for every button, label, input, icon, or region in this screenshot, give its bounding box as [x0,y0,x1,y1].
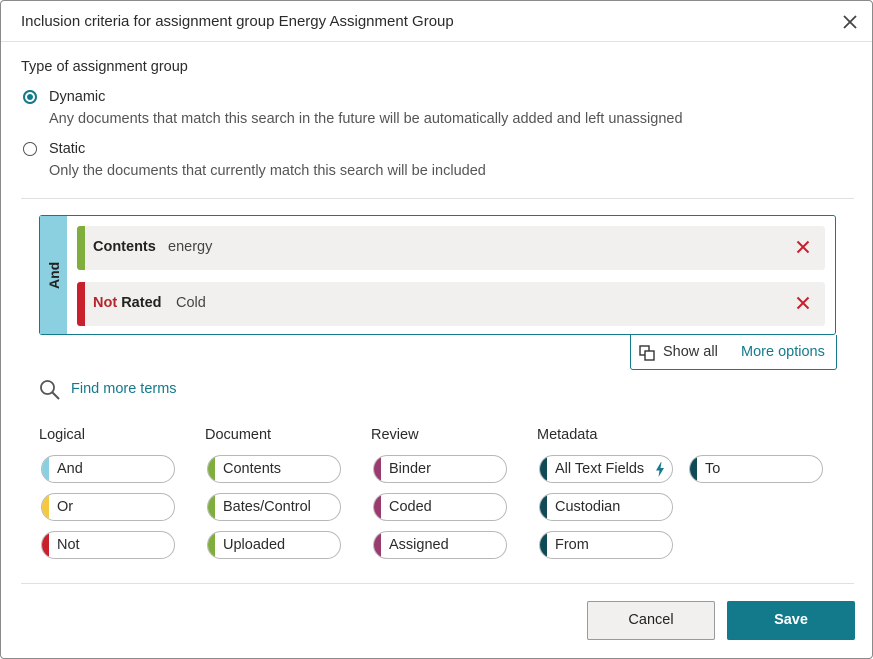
term-color-stripe [77,282,85,326]
lightning-icon [656,462,664,477]
pill-color-stripe [540,532,547,558]
footer-divider [21,583,854,584]
more-options-link[interactable]: More options [741,344,825,360]
pill-color-stripe [42,494,49,520]
radio-label-dynamic[interactable]: Dynamic [49,89,105,105]
pill-color-stripe [374,532,381,558]
palette-item-binder[interactable]: Binder [373,455,507,483]
pill-label: Binder [389,461,431,477]
palette-item-from[interactable]: From [539,531,673,559]
pill-label: Assigned [389,537,449,553]
remove-term-icon[interactable] [796,296,810,310]
palette-heading-logical: Logical [39,427,85,443]
palette-item-to[interactable]: To [689,455,823,483]
pill-color-stripe [208,532,215,558]
palette-item-all-text-fields[interactable]: All Text Fields [539,455,673,483]
pill-label: Or [57,499,74,515]
show-all-icon[interactable] [639,345,655,361]
pill-label: Not [57,537,80,553]
save-button[interactable]: Save [727,601,855,640]
term-value: energy [168,239,213,255]
palette-item-uploaded[interactable]: Uploaded [207,531,341,559]
radio-dynamic[interactable] [23,90,37,104]
pill-label: To [705,461,721,477]
pill-label: Bates/Control [223,499,311,515]
palette-item-custodian[interactable]: Custodian [539,493,673,521]
operator-label: And [46,261,62,289]
pill-label: Uploaded [223,537,286,553]
palette-item-and[interactable]: And [41,455,175,483]
term-field: Not Rated [93,295,162,311]
pill-label: Coded [389,499,432,515]
find-more-terms-link[interactable]: Find more terms [71,381,177,397]
palette-item-or[interactable]: Or [41,493,175,521]
pill-color-stripe [208,494,215,520]
pill-color-stripe [374,494,381,520]
pill-color-stripe [208,456,215,482]
search-icon[interactable] [39,379,61,401]
radio-static[interactable] [23,142,37,156]
section-divider [21,198,854,199]
pill-label: All Text Fields [555,461,645,477]
palette-item-assigned[interactable]: Assigned [373,531,507,559]
operator-bar[interactable]: And [40,216,67,334]
term-color-stripe [77,226,85,270]
pill-label: From [555,537,589,553]
pill-label: And [57,461,83,477]
palette-heading-metadata: Metadata [537,427,598,443]
radio-description-static: Only the documents that currently match … [49,163,486,179]
pill-label: Contents [223,461,282,477]
pill-color-stripe [540,494,547,520]
query-builder: And Contents energy Not Rated Cold [39,215,836,335]
pill-label: Custodian [555,499,621,515]
type-section-label: Type of assignment group [21,59,188,75]
palette-item-not[interactable]: Not [41,531,175,559]
pill-color-stripe [42,456,49,482]
inclusion-criteria-dialog: Inclusion criteria for assignment group … [0,0,873,659]
radio-description-dynamic: Any documents that match this search in … [49,111,683,127]
query-options: Show all More options [630,335,837,370]
term-field: Contents [93,239,156,255]
remove-term-icon[interactable] [796,240,810,254]
query-term-rated[interactable]: Not Rated Cold [77,282,825,326]
palette-heading-document: Document [205,427,272,443]
query-term-contents[interactable]: Contents energy [77,226,825,270]
pill-color-stripe [374,456,381,482]
dialog-title: Inclusion criteria for assignment group … [21,13,454,30]
radio-label-static[interactable]: Static [49,141,85,157]
palette-item-coded[interactable]: Coded [373,493,507,521]
pill-color-stripe [540,456,547,482]
show-all-button[interactable]: Show all [663,344,718,360]
term-value: Cold [176,295,206,311]
palette-item-contents[interactable]: Contents [207,455,341,483]
pill-color-stripe [690,456,697,482]
palette-heading-review: Review [371,427,419,443]
not-modifier: Not [93,295,118,311]
pill-color-stripe [42,532,49,558]
palette-item-bates-control[interactable]: Bates/Control [207,493,341,521]
term-field-name: Rated [121,295,162,311]
cancel-button[interactable]: Cancel [587,601,715,640]
dialog-header: Inclusion criteria for assignment group … [1,1,872,42]
close-icon[interactable] [841,13,859,31]
